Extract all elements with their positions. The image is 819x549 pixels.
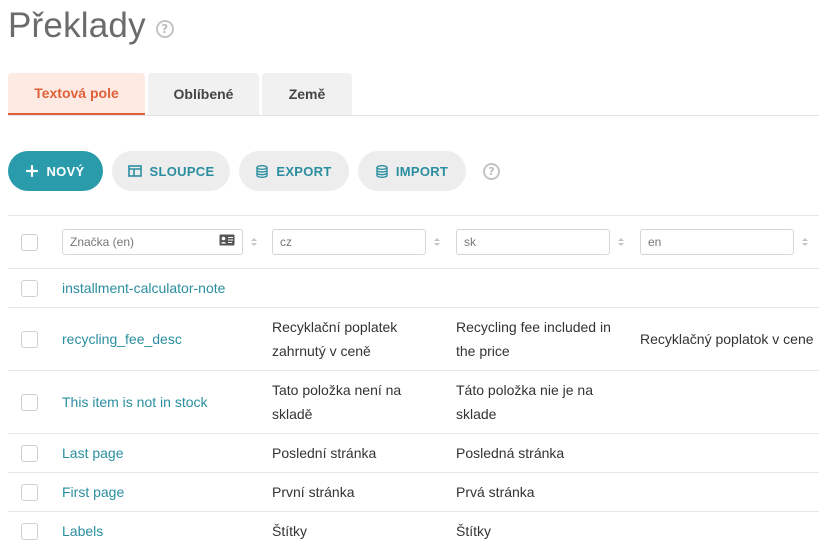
row-checkbox[interactable] bbox=[21, 483, 38, 501]
row-checkbox[interactable] bbox=[21, 444, 38, 462]
export-button[interactable]: EXPORT bbox=[239, 151, 349, 191]
tab-countries[interactable]: Země bbox=[262, 73, 352, 115]
page-header: Překlady ? bbox=[8, 6, 174, 46]
row-key-link[interactable]: Labels bbox=[62, 523, 103, 539]
cz-filter-input[interactable]: cz bbox=[272, 229, 426, 255]
row-cz-value: Recyklační poplatek zahrnutý v ceně bbox=[260, 307, 444, 371]
import-button[interactable]: IMPORT bbox=[358, 151, 466, 191]
row-en-value bbox=[628, 511, 819, 549]
new-button-label: NOVÝ bbox=[46, 163, 85, 179]
row-sk-value: Prvá stránka bbox=[444, 472, 628, 512]
row-checkbox[interactable] bbox=[21, 393, 38, 411]
row-key-link[interactable]: This item is not in stock bbox=[62, 394, 208, 410]
row-key-link[interactable]: installment-calculator-note bbox=[62, 280, 225, 296]
select-all-checkbox[interactable] bbox=[21, 233, 38, 251]
page-title: Překlady bbox=[8, 6, 146, 45]
table-row: This item is not in stock Tato položka n… bbox=[8, 370, 819, 434]
row-cz-value bbox=[260, 268, 444, 308]
help-icon[interactable]: ? bbox=[155, 20, 174, 38]
en-filter-input[interactable]: en bbox=[640, 229, 794, 255]
row-cz-value: Štítky bbox=[260, 511, 444, 549]
row-sk-value: Táto položka nie je na sklade bbox=[444, 370, 628, 434]
key-filter-input[interactable]: Značka (en) bbox=[62, 229, 243, 255]
row-en-value: Recyklačný poplatok v cene bbox=[628, 307, 819, 371]
row-sk-value: Recycling fee included in the price bbox=[444, 307, 628, 371]
columns-icon bbox=[127, 165, 142, 177]
filter-row: Značka (en) cz sk en bbox=[8, 215, 819, 269]
plus-icon bbox=[26, 165, 39, 177]
columns-button[interactable]: SLOUPCE bbox=[112, 151, 230, 191]
table-row: First page První stránka Prvá stránka bbox=[8, 472, 819, 512]
row-en-value bbox=[628, 433, 819, 473]
row-key-link[interactable]: Last page bbox=[62, 445, 124, 461]
table-row: Last page Poslední stránka Posledná strá… bbox=[8, 433, 819, 473]
help-icon[interactable]: ? bbox=[483, 162, 500, 180]
sort-icon[interactable] bbox=[251, 238, 257, 246]
row-sk-value: Štítky bbox=[444, 511, 628, 549]
sk-filter-input[interactable]: sk bbox=[456, 229, 610, 255]
row-key-link[interactable]: First page bbox=[62, 484, 124, 500]
row-checkbox[interactable] bbox=[21, 279, 38, 297]
sort-icon[interactable] bbox=[434, 238, 440, 246]
row-checkbox[interactable] bbox=[21, 522, 38, 540]
tab-favorites[interactable]: Oblíbené bbox=[148, 73, 259, 115]
table-row: installment-calculator-note bbox=[8, 268, 819, 308]
sort-icon[interactable] bbox=[618, 238, 624, 246]
row-sk-value bbox=[444, 268, 628, 308]
sort-icon[interactable] bbox=[802, 238, 808, 246]
key-filter-placeholder: Značka (en) bbox=[70, 235, 135, 249]
row-checkbox[interactable] bbox=[21, 330, 38, 348]
row-cz-value: První stránka bbox=[260, 472, 444, 512]
database-icon bbox=[376, 164, 388, 178]
row-en-value bbox=[628, 370, 819, 434]
row-en-value bbox=[628, 268, 819, 308]
translations-table: Značka (en) cz sk en installment-calcula… bbox=[8, 215, 819, 549]
database-icon bbox=[256, 164, 269, 178]
table-row: recycling_fee_desc Recyklační poplatek z… bbox=[8, 307, 819, 371]
table-row: Labels Štítky Štítky bbox=[8, 511, 819, 549]
row-key-link[interactable]: recycling_fee_desc bbox=[62, 331, 182, 347]
new-button[interactable]: NOVÝ bbox=[8, 151, 103, 191]
columns-button-label: SLOUPCE bbox=[149, 163, 215, 179]
row-en-value bbox=[628, 472, 819, 512]
export-button-label: EXPORT bbox=[276, 163, 332, 179]
tab-text-fields[interactable]: Textová pole bbox=[8, 73, 145, 115]
row-cz-value: Poslední stránka bbox=[260, 433, 444, 473]
row-sk-value: Posledná stránka bbox=[444, 433, 628, 473]
contact-card-icon[interactable] bbox=[219, 230, 235, 254]
toolbar: NOVÝ SLOUPCE EXPORT IMPORT ? bbox=[8, 151, 500, 191]
import-button-label: IMPORT bbox=[395, 163, 449, 179]
tab-bar: Textová pole Oblíbené Země bbox=[8, 73, 819, 116]
row-cz-value: Tato položka není na skladě bbox=[260, 370, 444, 434]
